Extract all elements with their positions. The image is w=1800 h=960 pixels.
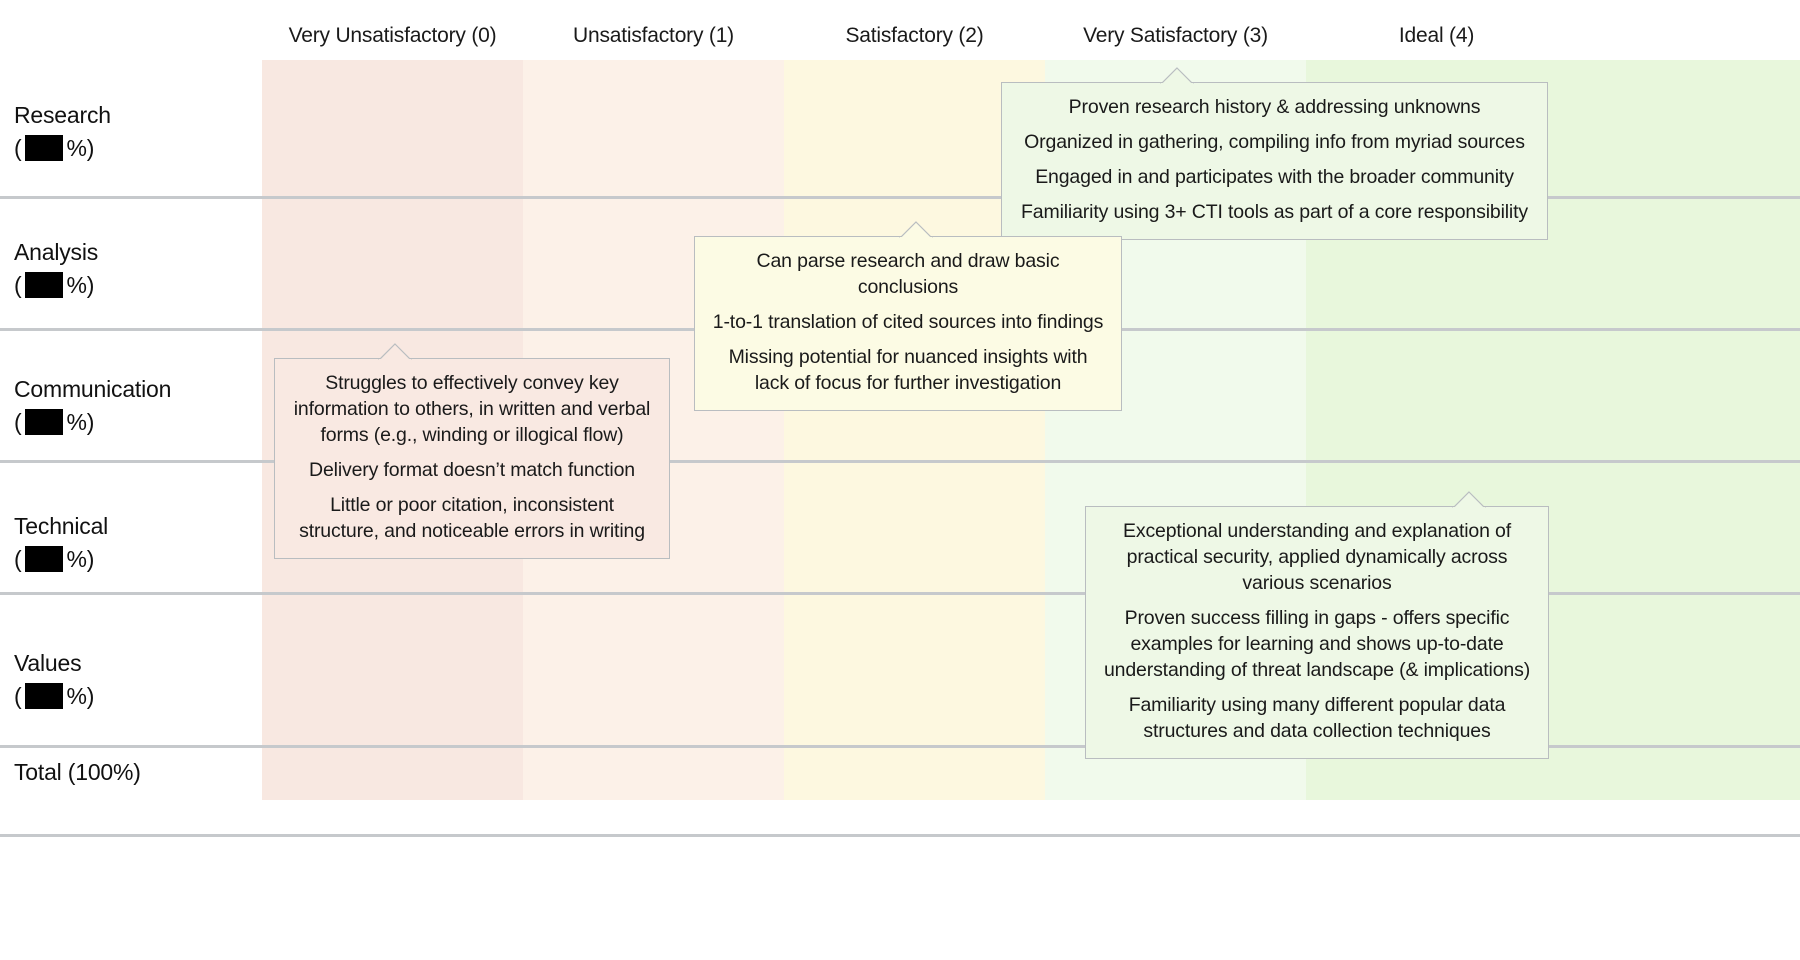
analysis-callout: Can parse research and draw basic conclu… [694,221,1122,411]
row-label-total: Total (100%) [14,759,141,785]
callout-line: Organized in gathering, compiling info f… [1024,131,1525,153]
row-label-research: Research (%) [14,100,264,164]
callout-line: 1-to-1 translation of cited sources into… [712,311,1104,333]
row-label-name: Values [14,650,82,676]
row-label-technical: Technical (%) [14,511,264,575]
row-label-name: Communication [14,376,172,402]
column-header-1: Unsatisfactory (1) [573,24,734,47]
column-header-3: Very Satisfactory (3) [1083,24,1268,47]
column-header-2: Satisfactory (2) [845,24,984,47]
callout-pointer-icon [378,343,412,360]
callout-line: Proven research history & addressing unk… [1068,96,1481,118]
callout-line: Familiarity using 3+ CTI tools as part o… [1021,201,1528,223]
row-weight-redacted: (%) [14,135,95,161]
row-label-communication: Communication (%) [14,374,264,438]
redaction-box-icon [25,683,64,709]
row-label-name: Research [14,102,111,128]
callout-line: Proven success filling in gaps - offers … [1103,607,1531,681]
callout-line: Little or poor citation, inconsistent st… [299,494,645,542]
column-header-0: Very Unsatisfactory (0) [288,24,497,47]
research-callout: Proven research history & addressing unk… [1001,67,1548,240]
technical-callout: Exceptional understanding and explanatio… [1085,491,1549,759]
row-weight-redacted: (%) [14,409,95,435]
communication-callout: Struggles to effectively convey key info… [274,343,670,559]
row-weight-redacted: (%) [14,683,95,709]
column-header-4: Ideal (4) [1398,24,1475,47]
callout-pointer-icon [1452,491,1486,508]
callout-pointer-icon [899,221,933,238]
redaction-box-icon [25,272,64,298]
callout-line: Delivery format doesn’t match function [309,459,635,481]
callout-line: Struggles to effectively convey key info… [293,372,651,446]
redaction-box-icon [25,135,64,161]
row-label-name: Analysis [14,239,99,265]
callout-pointer-icon [1160,67,1194,84]
row-weight-redacted: (%) [14,546,95,572]
row-label-values: Values (%) [14,648,264,712]
row-separator-total [0,834,1800,837]
row-separator-3 [0,460,1800,463]
redaction-box-icon [25,546,64,572]
callout-line: Engaged in and participates with the bro… [1035,166,1514,188]
redaction-box-icon [25,409,64,435]
callout-line: Can parse research and draw basic conclu… [756,250,1060,298]
row-label-name: Technical [14,513,109,539]
callout-line: Exceptional understanding and explanatio… [1122,520,1512,594]
row-weight-redacted: (%) [14,272,95,298]
callout-line: Missing potential for nuanced insights w… [728,346,1088,394]
rubric-matrix: Very Unsatisfactory (0) Unsatisfactory (1… [0,0,1800,960]
row-label-analysis: Analysis (%) [14,237,264,301]
callout-line: Familiarity using many different popular… [1128,694,1506,742]
